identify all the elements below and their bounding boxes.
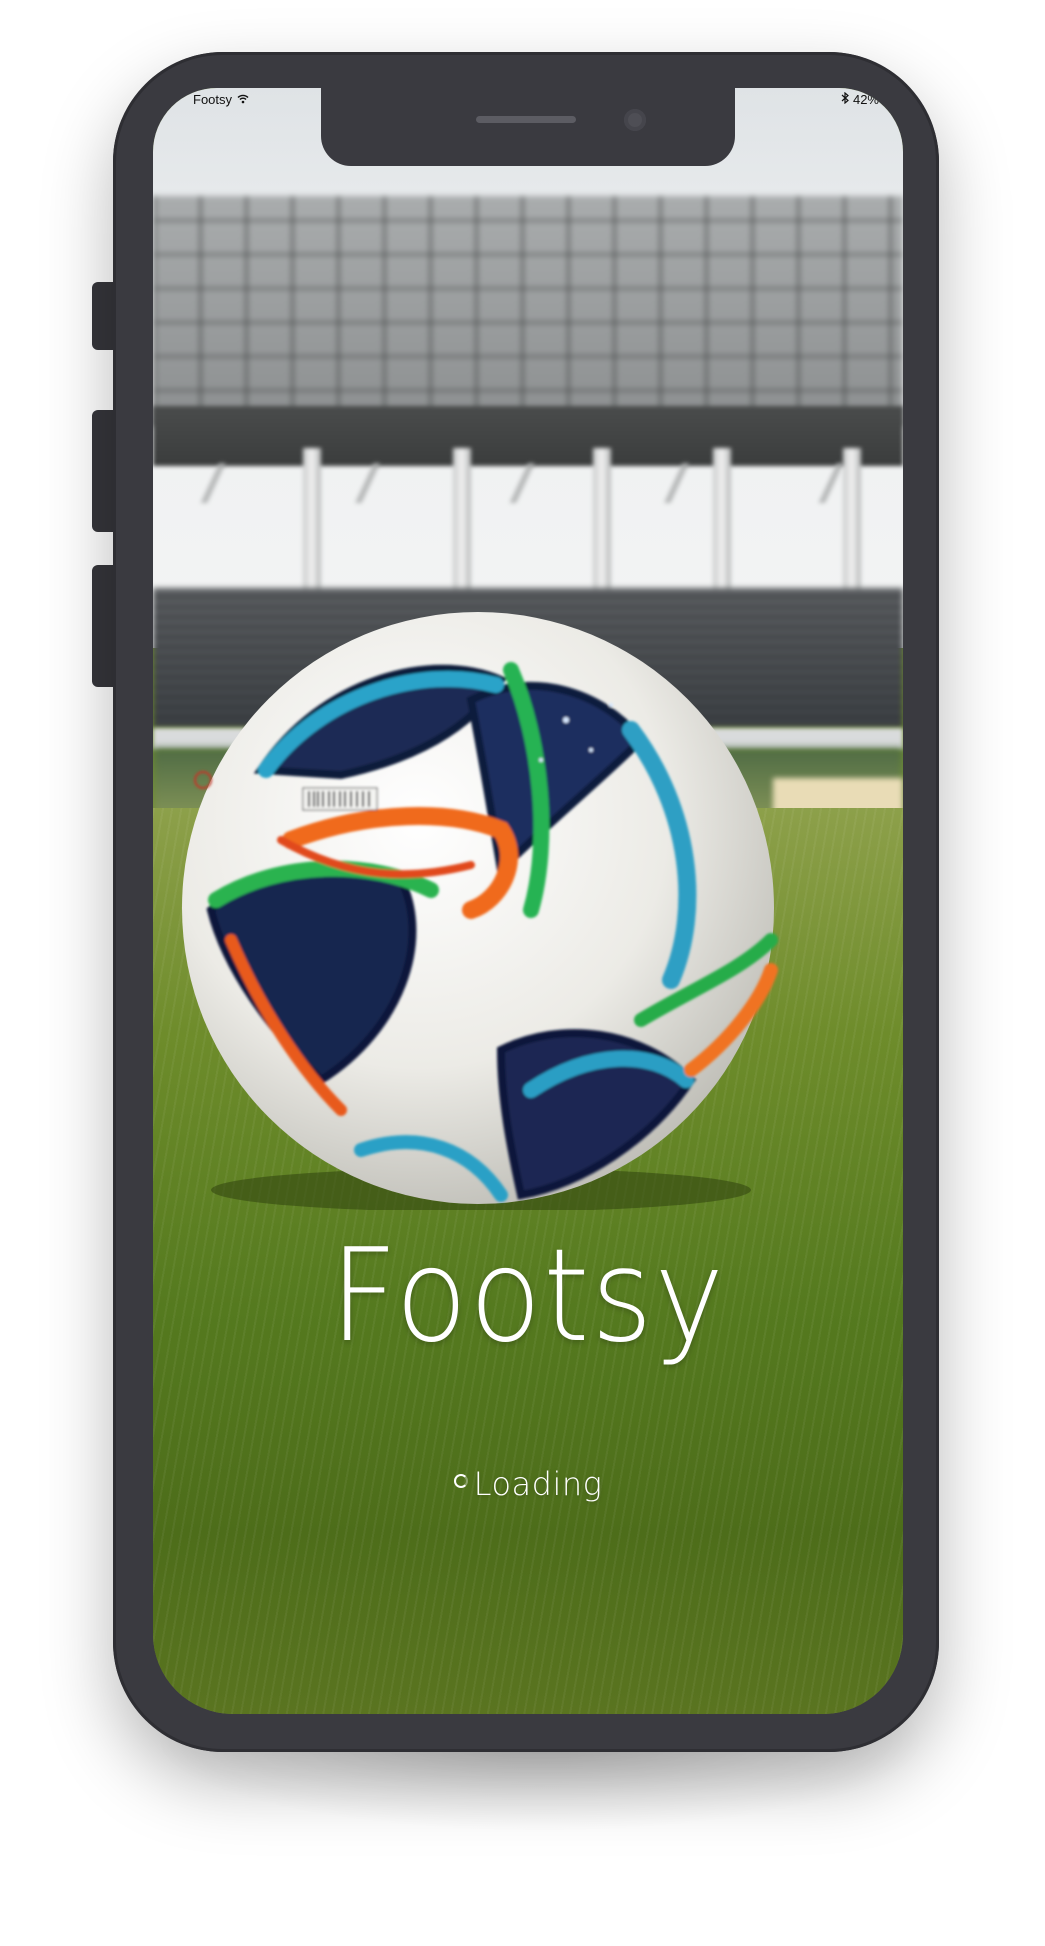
app-title: Footsy bbox=[330, 1222, 726, 1371]
carrier-label: Footsy bbox=[193, 92, 233, 107]
page: Footsy 42% Footsy Loading bbox=[0, 0, 1045, 1946]
status-bar-right: 42% bbox=[841, 91, 879, 107]
front-camera bbox=[624, 109, 646, 131]
battery-percent: 42% bbox=[852, 92, 879, 107]
stadium-roof bbox=[153, 196, 903, 426]
loading-indicator: Loading bbox=[153, 1465, 903, 1503]
bluetooth-icon bbox=[841, 91, 849, 107]
splash-screen: Footsy 42% Footsy Loading bbox=[153, 88, 903, 1714]
spinner-icon bbox=[453, 1474, 468, 1488]
wifi-icon bbox=[237, 92, 249, 107]
stadium-roof-beam bbox=[153, 406, 903, 466]
status-bar-left: Footsy bbox=[193, 92, 249, 107]
loading-label: Loading bbox=[473, 1465, 603, 1503]
earpiece-speaker bbox=[476, 116, 576, 123]
device-notch bbox=[321, 88, 735, 166]
football-image bbox=[182, 612, 778, 1210]
stadium-truss bbox=[153, 463, 903, 503]
